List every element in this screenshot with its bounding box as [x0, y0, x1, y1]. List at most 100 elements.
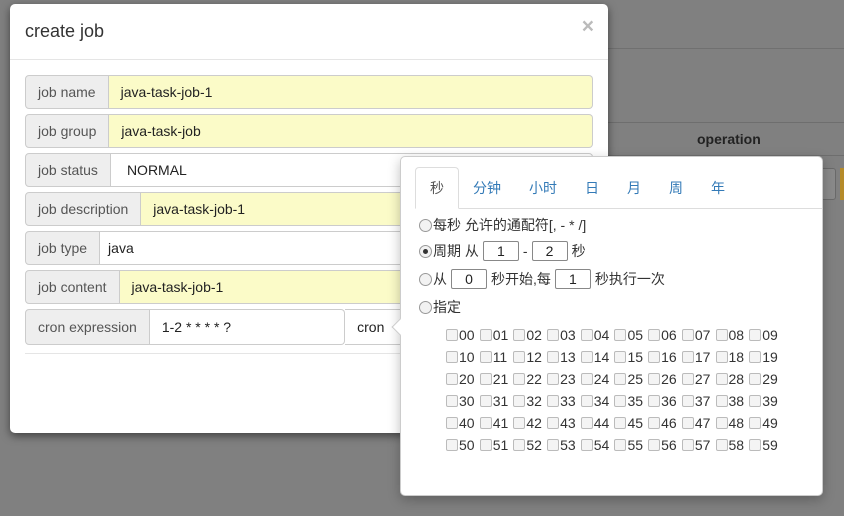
second-checkbox-item[interactable]: 54	[580, 437, 615, 453]
checkbox[interactable]	[648, 329, 661, 341]
checkbox[interactable]	[580, 351, 593, 363]
tab-month[interactable]: 月	[613, 167, 655, 209]
checkbox[interactable]	[614, 329, 627, 341]
checkbox[interactable]	[715, 329, 728, 341]
checkbox[interactable]	[614, 417, 627, 429]
option-from-every[interactable]: 从 0 秒开始,每 1 秒执行一次	[419, 269, 665, 289]
checkbox[interactable]	[513, 439, 526, 451]
second-checkbox-item[interactable]: 59	[749, 437, 783, 453]
second-checkbox-item[interactable]: 14	[580, 349, 615, 365]
second-checkbox-item[interactable]: 49	[749, 415, 783, 431]
checkbox[interactable]	[547, 395, 560, 407]
checkbox[interactable]	[446, 329, 458, 341]
checkbox[interactable]	[715, 417, 728, 429]
checkbox[interactable]	[715, 373, 728, 385]
checkbox[interactable]	[749, 373, 762, 385]
close-button[interactable]: ×	[582, 16, 594, 37]
second-checkbox-item[interactable]: 13	[547, 349, 581, 365]
second-checkbox-item[interactable]: 19	[749, 349, 783, 365]
second-checkbox-item[interactable]: 15	[614, 349, 648, 365]
checkbox[interactable]	[648, 439, 661, 451]
checkbox[interactable]	[648, 351, 661, 363]
second-checkbox-item[interactable]: 00	[446, 327, 480, 343]
second-checkbox-item[interactable]: 34	[580, 393, 615, 409]
second-checkbox-item[interactable]: 50	[446, 437, 480, 453]
option-specify[interactable]: 指定	[419, 297, 461, 317]
second-checkbox-item[interactable]: 56	[648, 437, 682, 453]
second-checkbox-item[interactable]: 11	[479, 349, 514, 365]
second-checkbox-item[interactable]: 01	[479, 327, 514, 343]
checkbox[interactable]	[749, 329, 762, 341]
checkbox[interactable]	[749, 395, 762, 407]
tab-hour[interactable]: 小时	[515, 167, 571, 209]
second-checkbox-item[interactable]: 51	[479, 437, 514, 453]
second-checkbox-item[interactable]: 36	[648, 393, 682, 409]
from-every-input[interactable]: 1	[554, 269, 591, 289]
second-checkbox-item[interactable]: 10	[446, 349, 480, 365]
checkbox[interactable]	[715, 351, 728, 363]
second-checkbox-item[interactable]: 26	[648, 371, 682, 387]
second-checkbox-item[interactable]: 28	[715, 371, 750, 387]
second-checkbox-item[interactable]: 06	[648, 327, 682, 343]
second-checkbox-item[interactable]: 04	[580, 327, 615, 343]
checkbox[interactable]	[513, 373, 526, 385]
second-checkbox-item[interactable]: 08	[715, 327, 750, 343]
checkbox[interactable]	[446, 417, 458, 429]
period-from-input[interactable]: 1	[482, 241, 519, 261]
tab-second[interactable]: 秒	[415, 167, 459, 209]
checkbox[interactable]	[681, 351, 694, 363]
checkbox[interactable]	[749, 417, 762, 429]
second-checkbox-item[interactable]: 20	[446, 371, 480, 387]
second-checkbox-item[interactable]: 48	[715, 415, 750, 431]
checkbox[interactable]	[479, 439, 492, 451]
checkbox[interactable]	[547, 417, 560, 429]
second-checkbox-item[interactable]: 42	[513, 415, 547, 431]
second-checkbox-item[interactable]: 33	[547, 393, 581, 409]
second-checkbox-item[interactable]: 38	[715, 393, 750, 409]
checkbox[interactable]	[446, 439, 458, 451]
option-period[interactable]: 周期 从 1 - 2 秒	[419, 241, 586, 261]
checkbox[interactable]	[681, 439, 694, 451]
checkbox[interactable]	[681, 417, 694, 429]
checkbox[interactable]	[648, 395, 661, 407]
checkbox[interactable]	[446, 373, 458, 385]
second-checkbox-item[interactable]: 53	[547, 437, 581, 453]
second-checkbox-item[interactable]: 35	[614, 393, 648, 409]
second-checkbox-item[interactable]: 46	[648, 415, 682, 431]
tab-minute[interactable]: 分钟	[459, 167, 515, 209]
second-checkbox-item[interactable]: 30	[446, 393, 480, 409]
second-checkbox-item[interactable]: 45	[614, 415, 648, 431]
second-checkbox-item[interactable]: 22	[513, 371, 547, 387]
specify-radio[interactable]	[419, 300, 432, 314]
period-to-input[interactable]: 2	[531, 241, 568, 261]
checkbox[interactable]	[580, 439, 593, 451]
checkbox[interactable]	[446, 395, 458, 407]
from-start-input[interactable]: 0	[451, 269, 487, 289]
checkbox[interactable]	[681, 373, 694, 385]
second-checkbox-item[interactable]: 09	[749, 327, 783, 343]
job-name-input[interactable]: java-task-job-1	[108, 75, 593, 109]
second-checkbox-item[interactable]: 03	[547, 327, 581, 343]
checkbox[interactable]	[580, 395, 593, 407]
checkbox[interactable]	[479, 329, 492, 341]
second-checkbox-item[interactable]: 41	[479, 415, 514, 431]
second-checkbox-item[interactable]: 12	[513, 349, 547, 365]
every-second-radio[interactable]	[419, 218, 432, 232]
second-checkbox-item[interactable]: 58	[715, 437, 750, 453]
second-checkbox-item[interactable]: 55	[614, 437, 648, 453]
checkbox[interactable]	[681, 329, 694, 341]
checkbox[interactable]	[715, 439, 728, 451]
checkbox[interactable]	[513, 329, 526, 341]
second-checkbox-item[interactable]: 31	[479, 393, 514, 409]
from-every-radio[interactable]	[419, 272, 432, 286]
second-checkbox-item[interactable]: 39	[749, 393, 783, 409]
checkbox[interactable]	[479, 351, 492, 363]
checkbox[interactable]	[614, 373, 627, 385]
option-every-second[interactable]: 每秒 允许的通配符[, - * /]	[419, 215, 586, 235]
checkbox[interactable]	[749, 439, 762, 451]
second-checkbox-item[interactable]: 02	[513, 327, 547, 343]
period-radio[interactable]	[419, 244, 432, 258]
checkbox[interactable]	[513, 351, 526, 363]
checkbox[interactable]	[614, 395, 627, 407]
second-checkbox-item[interactable]: 27	[681, 371, 716, 387]
